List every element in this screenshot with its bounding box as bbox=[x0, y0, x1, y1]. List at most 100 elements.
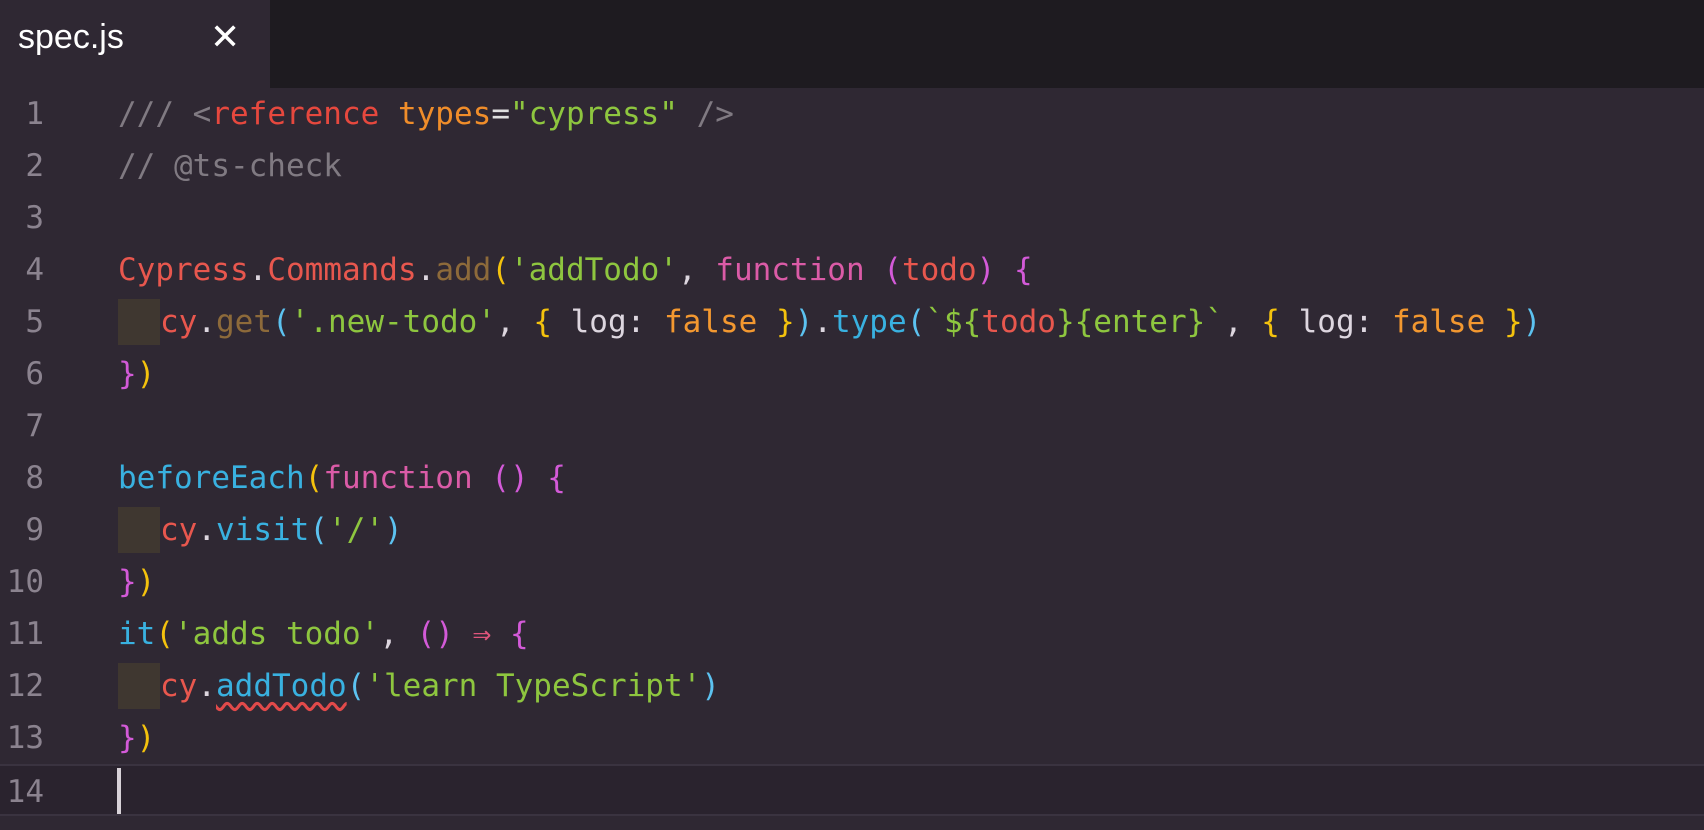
token: , bbox=[677, 252, 716, 288]
code-line-2: 2 // @ts-check bbox=[0, 140, 1704, 192]
token: Cypress bbox=[118, 252, 249, 288]
code-line-3: 3 bbox=[0, 192, 1704, 244]
token: ( bbox=[309, 512, 328, 548]
token: { bbox=[1013, 252, 1033, 288]
code-line-14[interactable]: 14 bbox=[0, 764, 1704, 816]
token: ) bbox=[1522, 304, 1542, 340]
tab-bar: spec.js ✕ bbox=[0, 0, 1704, 88]
token: { bbox=[1261, 304, 1280, 340]
line-number: 8 bbox=[25, 460, 44, 496]
code-text: cy.get('.new-todo', { log: false }).type… bbox=[160, 296, 1541, 348]
token: types bbox=[397, 96, 492, 132]
code-text: it('adds todo', () ⇒ { bbox=[118, 608, 529, 660]
line-number: 1 bbox=[25, 96, 44, 132]
token: } bbox=[118, 720, 137, 756]
token: { bbox=[547, 460, 566, 496]
token: todo bbox=[901, 252, 977, 288]
code-text: cy.addTodo('learn TypeScript') bbox=[160, 660, 720, 712]
token: , bbox=[495, 304, 534, 340]
token: . bbox=[416, 252, 436, 288]
token: { bbox=[962, 304, 982, 340]
token: ) bbox=[976, 252, 996, 288]
code-text: cy.visit('/') bbox=[160, 504, 403, 556]
token: it bbox=[118, 616, 156, 652]
token: () bbox=[491, 460, 529, 496]
code-editor[interactable]: 1 /// <reference types="cypress" /> 2 //… bbox=[0, 88, 1704, 830]
line-number: 2 bbox=[25, 148, 44, 184]
line-number: 11 bbox=[6, 616, 44, 652]
error-squiggle-token[interactable]: addTodo bbox=[216, 668, 347, 704]
token: { bbox=[533, 304, 552, 340]
token: () bbox=[416, 616, 454, 652]
indent-guide bbox=[118, 663, 160, 709]
code-line-13: 13 }) bbox=[0, 712, 1704, 764]
token: . bbox=[248, 252, 268, 288]
line-number: 7 bbox=[25, 408, 44, 444]
code-text: /// <reference types="cypress" /> bbox=[118, 88, 734, 140]
token: < bbox=[192, 96, 212, 132]
token: }{enter} bbox=[1055, 304, 1206, 340]
code-text: }) bbox=[118, 556, 155, 608]
text-cursor bbox=[117, 768, 121, 814]
code-line-8: 8 beforeEach(function () { bbox=[0, 452, 1704, 504]
close-icon[interactable]: ✕ bbox=[210, 14, 240, 62]
code-line-11: 11 it('adds todo', () ⇒ { bbox=[0, 608, 1704, 660]
token: ( bbox=[272, 304, 291, 340]
indent-guide bbox=[118, 507, 160, 553]
line-number: 6 bbox=[25, 356, 44, 392]
line-number: 9 bbox=[25, 512, 44, 548]
token: false bbox=[663, 304, 758, 340]
code-text: }) bbox=[118, 348, 155, 400]
token: , bbox=[379, 616, 417, 652]
code-line-7: 7 bbox=[0, 400, 1704, 452]
token: . bbox=[197, 304, 216, 340]
token: , bbox=[1223, 304, 1262, 340]
code-line-12: 12 cy.addTodo('learn TypeScript') bbox=[0, 660, 1704, 712]
line-number: 10 bbox=[6, 564, 44, 600]
token: log: bbox=[551, 304, 664, 340]
token: "cypress" bbox=[509, 96, 678, 132]
token: /> bbox=[677, 96, 734, 132]
token: todo bbox=[981, 304, 1056, 340]
token: false bbox=[1391, 304, 1486, 340]
code-line-6: 6 }) bbox=[0, 348, 1704, 400]
token: 'addTodo' bbox=[509, 252, 678, 288]
line-number: 12 bbox=[6, 668, 44, 704]
token: { bbox=[509, 616, 529, 652]
token: visit bbox=[216, 512, 310, 548]
token: . bbox=[197, 668, 216, 704]
token: ) bbox=[384, 512, 403, 548]
code-text: Cypress.Commands.add('addTodo', function… bbox=[118, 244, 1033, 296]
token: log: bbox=[1279, 304, 1392, 340]
token: ) bbox=[136, 356, 156, 392]
line-number: 14 bbox=[6, 774, 44, 810]
token: ` bbox=[1205, 304, 1224, 340]
code-text: }) bbox=[118, 712, 155, 764]
line-number: 13 bbox=[6, 720, 44, 756]
tab-title: spec.js bbox=[18, 18, 124, 56]
token: ( bbox=[883, 252, 902, 288]
line-number: 5 bbox=[25, 304, 44, 340]
token: ) bbox=[701, 668, 720, 704]
code-line-5: 5 cy.get('.new-todo', { log: false }).ty… bbox=[0, 296, 1704, 348]
indent-guide bbox=[118, 299, 160, 345]
token: cy bbox=[160, 668, 198, 704]
token: add bbox=[435, 252, 492, 288]
token: /// bbox=[118, 96, 193, 132]
token: = bbox=[491, 96, 510, 132]
tab-spec-js[interactable]: spec.js ✕ bbox=[0, 0, 270, 88]
token: function bbox=[715, 252, 865, 288]
token: '/' bbox=[328, 512, 384, 548]
token: function bbox=[323, 460, 473, 496]
token: ( bbox=[304, 460, 324, 496]
token: ( bbox=[906, 304, 926, 340]
token: ) bbox=[136, 720, 156, 756]
token: } bbox=[118, 564, 137, 600]
